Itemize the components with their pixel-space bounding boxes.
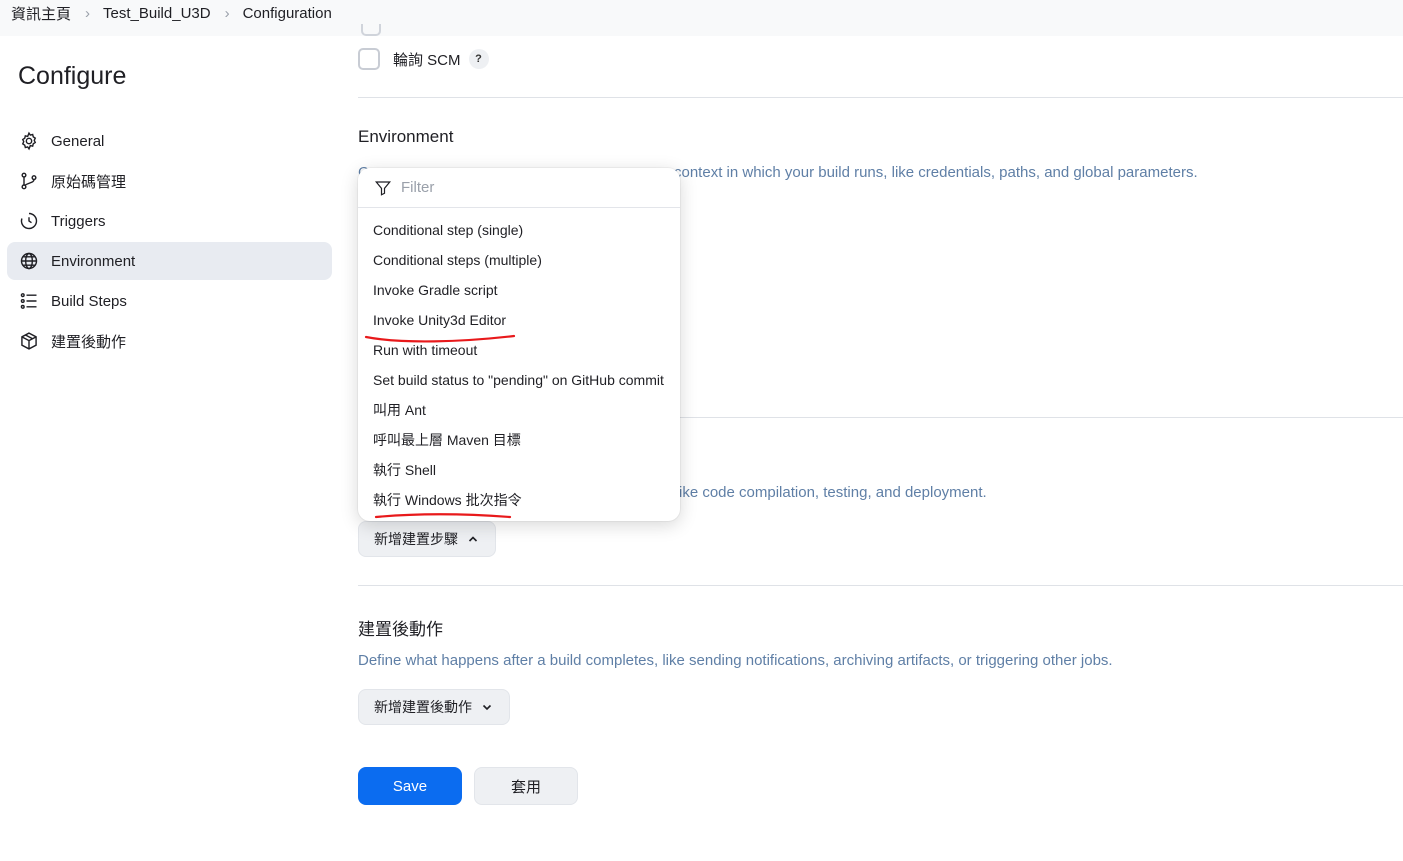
chevron-up-icon (468, 536, 478, 542)
page-title: Configure (18, 62, 127, 90)
add-build-step-button[interactable]: 新增建置步驟 (358, 521, 496, 557)
build-step-dropdown: Filter Conditional step (single) Conditi… (358, 168, 680, 521)
poll-scm-label: 輪詢 SCM (393, 51, 461, 69)
add-post-build-label: 新增建置後動作 (374, 699, 472, 715)
sidebar-item-general[interactable]: General (7, 122, 332, 160)
menu-item-invoke-ant[interactable]: 叫用 Ant (358, 395, 680, 425)
sidebar-item-label: Environment (51, 252, 136, 270)
poll-scm-checkbox[interactable] (358, 48, 380, 70)
menu-item-conditional-single[interactable]: Conditional step (single) (358, 215, 680, 245)
sidebar-nav: General 原始碼管理 Triggers Environment Build… (7, 122, 332, 362)
branch-icon (19, 171, 39, 191)
sidebar-item-label: 建置後動作 (51, 333, 127, 351)
timer-icon (19, 211, 39, 231)
sidebar-item-label: Build Steps (51, 292, 127, 310)
section-divider (358, 97, 1403, 98)
post-build-description: Define what happens after a build comple… (358, 652, 1113, 669)
dropdown-menu: Conditional step (single) Conditional st… (358, 215, 680, 515)
sidebar-item-label: General (51, 132, 105, 150)
sidebar-item-build-steps[interactable]: Build Steps (7, 282, 332, 320)
breadcrumb-home[interactable]: 資訊主頁 (11, 3, 71, 24)
breadcrumb-job[interactable]: Test_Build_U3D (103, 5, 211, 22)
menu-item-windows-batch[interactable]: 執行 Windows 批次指令 (358, 485, 680, 515)
menu-item-github-pending[interactable]: Set build status to "pending" on GitHub … (358, 365, 680, 395)
top-bar: 資訊主頁 › Test_Build_U3D › Configuration (0, 0, 1403, 36)
menu-item-invoke-unity3d[interactable]: Invoke Unity3d Editor (358, 305, 680, 335)
add-build-step-label: 新增建置步驟 (374, 531, 458, 547)
menu-item-run-with-timeout[interactable]: Run with timeout (358, 335, 680, 365)
menu-item-invoke-gradle[interactable]: Invoke Gradle script (358, 275, 680, 305)
menu-item-invoke-maven[interactable]: 呼叫最上層 Maven 目標 (358, 425, 680, 455)
filter-input[interactable]: Filter (358, 168, 680, 208)
chevron-right-icon: › (224, 4, 230, 22)
checkbox[interactable] (361, 24, 381, 36)
sidebar-item-source-control[interactable]: 原始碼管理 (7, 162, 332, 200)
sidebar-item-environment[interactable]: Environment (7, 242, 332, 280)
sidebar-item-post-build[interactable]: 建置後動作 (7, 322, 332, 360)
filter-placeholder: Filter (401, 179, 435, 196)
sidebar-item-triggers[interactable]: Triggers (7, 202, 332, 240)
post-build-title: 建置後動作 (358, 620, 443, 639)
filter-icon (374, 180, 392, 196)
save-button[interactable]: Save (358, 767, 462, 805)
apply-button[interactable]: 套用 (474, 767, 578, 805)
section-divider (358, 585, 1403, 586)
menu-item-conditional-multiple[interactable]: Conditional steps (multiple) (358, 245, 680, 275)
sidebar-item-label: Triggers (51, 212, 106, 230)
gear-icon (19, 131, 39, 151)
chevron-down-icon (482, 704, 492, 711)
build-steps-description: ike code compilation, testing, and deplo… (679, 484, 987, 501)
menu-item-execute-shell[interactable]: 執行 Shell (358, 455, 680, 485)
poll-scm-row: 輪詢 SCM ? (358, 48, 489, 70)
globe-icon (19, 251, 39, 271)
help-icon[interactable]: ? (468, 49, 489, 69)
package-icon (19, 331, 39, 351)
chevron-right-icon: › (85, 4, 91, 22)
breadcrumb-current[interactable]: Configuration (243, 5, 332, 22)
environment-title: Environment (358, 127, 454, 146)
add-post-build-action-button[interactable]: 新增建置後動作 (358, 689, 510, 725)
sidebar-item-label: 原始碼管理 (51, 173, 127, 191)
breadcrumb: 資訊主頁 › Test_Build_U3D › Configuration (11, 3, 332, 24)
list-icon (19, 291, 39, 311)
environment-description: context in which your build runs, like c… (674, 164, 1198, 181)
